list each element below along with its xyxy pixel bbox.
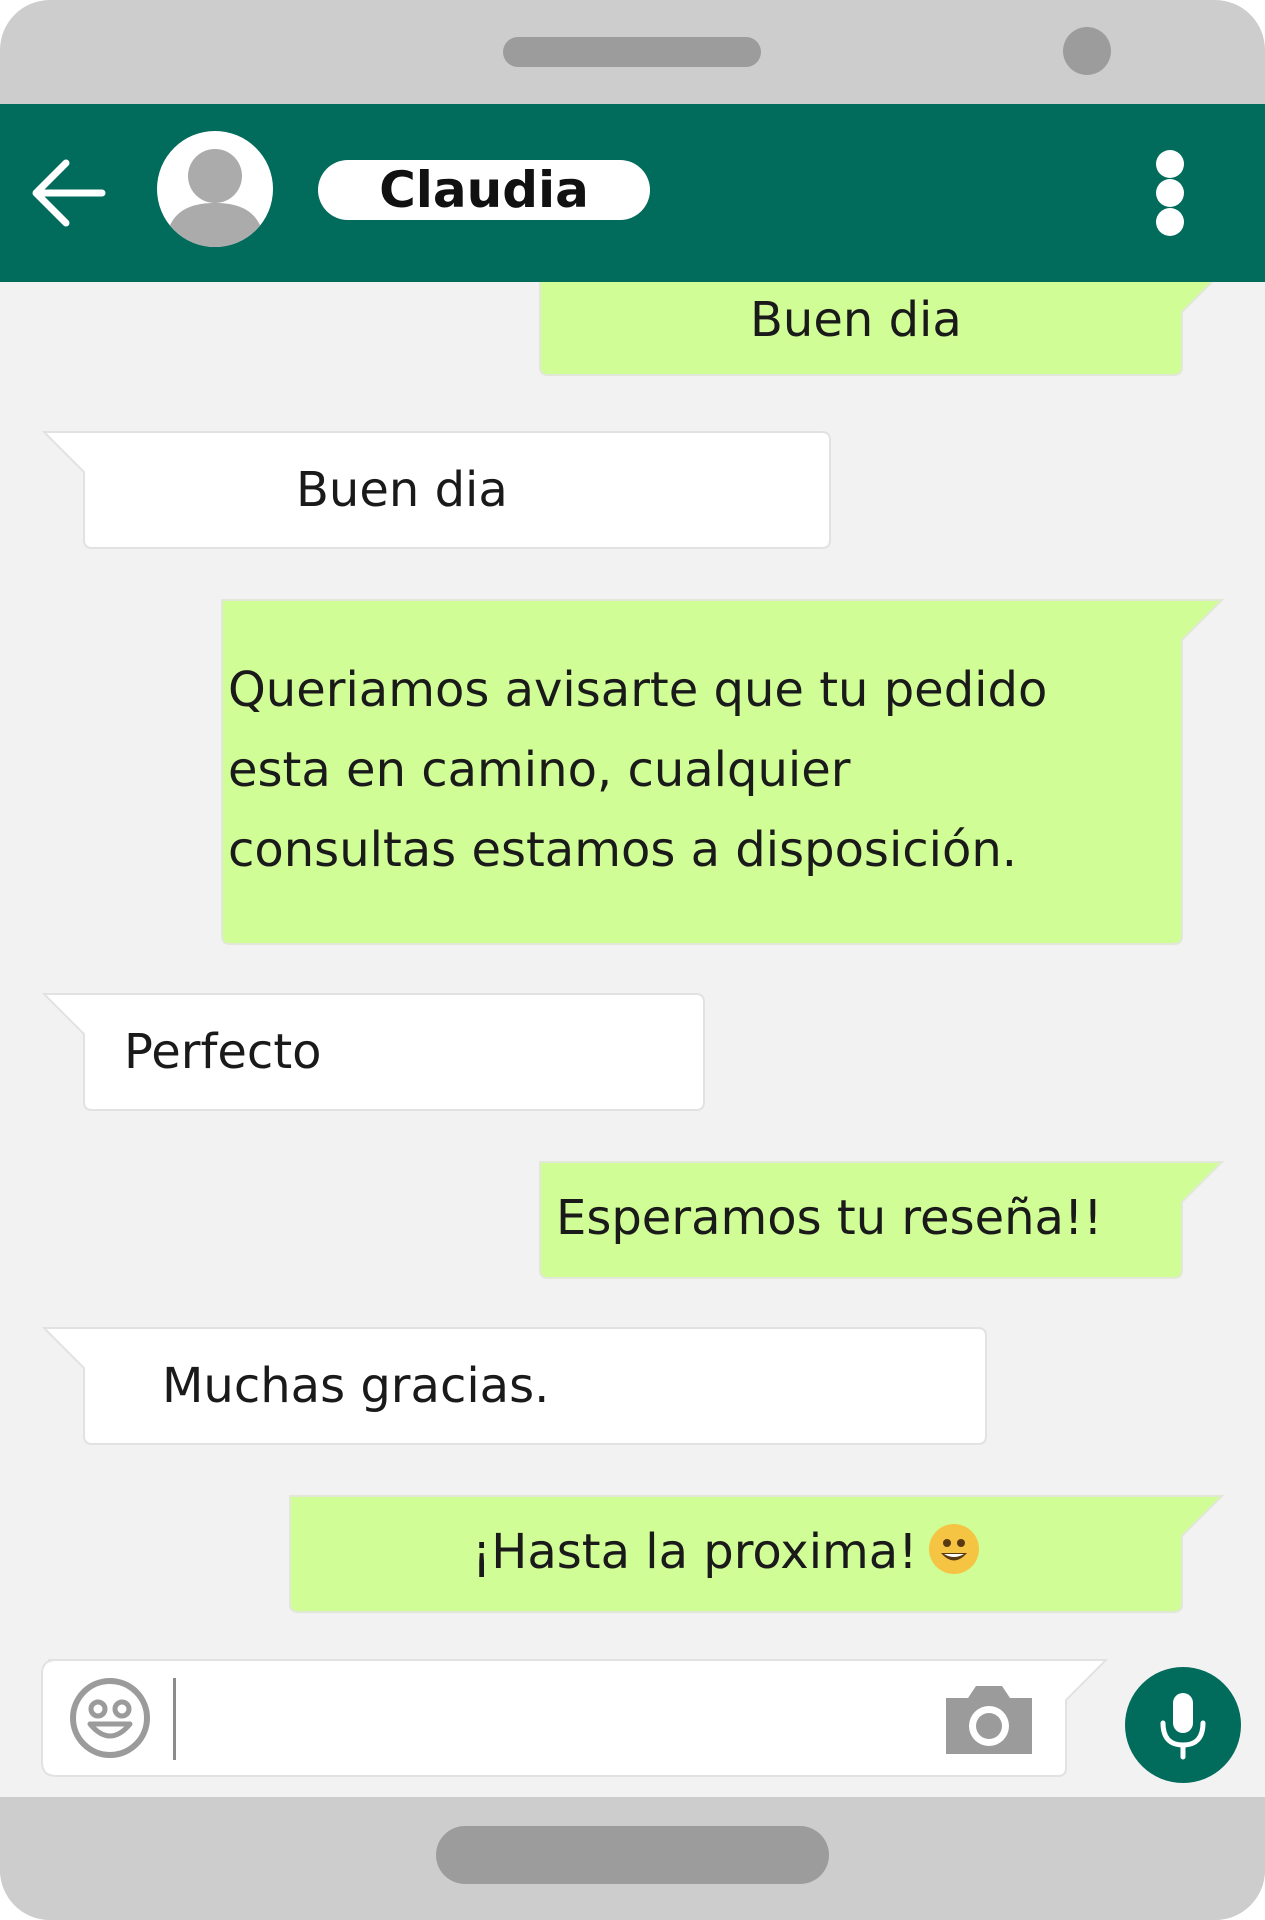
more-vertical-icon[interactable] [1150,148,1190,238]
menu-dot [1156,208,1184,236]
message-received[interactable]: Buen dia [41,431,831,552]
message-text: Buen dia [296,462,508,518]
message-line: consultas estamos a disposición. [228,822,1018,878]
smiley-icon[interactable] [68,1676,152,1760]
message-line: esta en camino, cualquier [228,742,851,798]
phone-frame: Claudia Buen dia Buen dia Queriamos avis… [0,0,1265,1920]
smiley-emoji [929,1524,980,1574]
contact-avatar[interactable] [157,131,273,247]
phone-speaker [503,37,761,67]
message-text: Esperamos tu reseña!! [556,1190,1103,1246]
message-text: Muchas gracias. [162,1358,550,1414]
message-text: Buen dia [750,292,962,348]
message-received[interactable]: Muchas gracias. [41,1327,987,1448]
message-sent[interactable]: Esperamos tu reseña!! [532,1161,1225,1282]
message-sent[interactable]: Buen dia [532,282,1222,392]
menu-dot [1156,179,1184,207]
menu-dot [1156,150,1184,178]
chat-area: Buen dia Buen dia Queriamos avisarte que… [0,282,1265,1797]
person-icon [165,149,265,247]
message-text: ¡Hasta la proxima! [472,1524,918,1580]
message-input-bar[interactable] [40,1659,1109,1780]
message-text: Perfecto [124,1024,322,1080]
microphone-button[interactable] [1125,1667,1241,1783]
phone-camera [1063,27,1111,75]
message-input[interactable] [184,1680,948,1758]
microphone-icon [1160,1693,1206,1760]
camera-icon[interactable] [946,1682,1032,1756]
contact-name[interactable]: Claudia [318,160,650,220]
home-button[interactable] [436,1826,829,1884]
message-content: ¡Hasta la proxima! [472,1512,980,1592]
message-sent[interactable]: Queriamos avisarte que tu pedido esta en… [214,599,1225,946]
text-cursor [173,1678,176,1760]
back-arrow-icon[interactable] [30,148,110,238]
message-received[interactable]: Perfecto [41,993,705,1114]
message-line: Queriamos avisarte que tu pedido [228,662,1048,718]
message-sent[interactable]: ¡Hasta la proxima! [282,1495,1225,1616]
